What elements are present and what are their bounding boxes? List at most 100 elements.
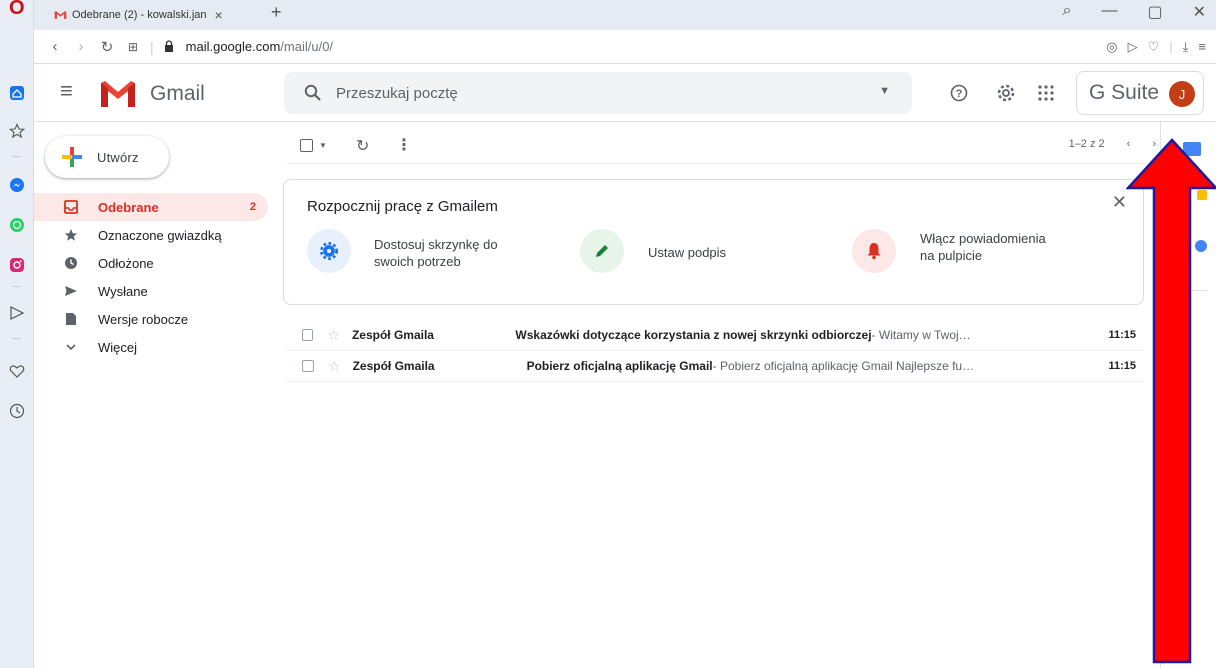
nav-item-more[interactable]: Więcej xyxy=(34,333,268,361)
nav-item-inbox[interactable]: Odebrane 2 xyxy=(34,193,268,221)
maximize-icon[interactable]: ▢ xyxy=(1147,2,1162,22)
gmail-logo-icon[interactable] xyxy=(98,80,138,108)
snapshot-icon[interactable]: ◎ xyxy=(1106,39,1117,55)
gsuite-account-area[interactable]: G Suite J xyxy=(1076,71,1204,115)
unread-count-badge: 2 xyxy=(249,201,256,213)
email-subject: Wskazówki dotyczące korzystania z nowej … xyxy=(515,328,872,342)
bookmark-heart-icon[interactable]: ♡ xyxy=(1148,39,1160,55)
notifications-task[interactable] xyxy=(852,229,896,273)
history-clock-icon[interactable] xyxy=(8,402,26,420)
forward-icon[interactable]: › xyxy=(68,38,94,55)
nav-item-drafts[interactable]: Wersje robocze xyxy=(34,305,268,333)
home-icon[interactable] xyxy=(8,84,26,102)
star-icon xyxy=(64,228,78,241)
address-bar: ‹ › ↻ ⊞ | mail.google.com/mail/u/0/ ◎ ▷ … xyxy=(34,30,1216,64)
compose-button[interactable]: Utwórz xyxy=(45,136,169,178)
nav-item-starred[interactable]: Oznaczone gwiazdką xyxy=(34,221,268,249)
clock-icon xyxy=(65,257,77,269)
search-tabs-icon[interactable]: ⌕ xyxy=(1063,2,1072,22)
heart-icon[interactable] xyxy=(8,362,26,380)
nav-item-label: Wersje robocze xyxy=(98,311,189,327)
refresh-icon[interactable]: ↻ xyxy=(356,136,369,156)
compose-label: Utwórz xyxy=(97,149,139,165)
reload-icon[interactable]: ↻ xyxy=(94,38,120,56)
svg-text:?: ? xyxy=(956,88,963,100)
gmail-header: ≡ Gmail ▼ ? G Suite J xyxy=(34,64,1216,122)
main-menu-icon[interactable]: ≡ xyxy=(60,80,73,102)
checkbox-icon xyxy=(300,139,313,152)
sidebar-divider xyxy=(13,338,21,339)
share-icon[interactable]: ▷ xyxy=(1128,39,1138,55)
sidebar-divider xyxy=(13,156,21,157)
email-checkbox[interactable] xyxy=(302,329,314,341)
star-outline-icon[interactable] xyxy=(8,122,26,140)
minimize-icon[interactable]: — xyxy=(1101,2,1117,22)
email-checkbox[interactable] xyxy=(302,360,314,372)
settings-gear-icon[interactable] xyxy=(996,83,1016,108)
email-snippet: - Pobierz oficjalną aplikację Gmail Najl… xyxy=(712,359,975,373)
nav-item-label: Więcej xyxy=(98,339,138,355)
nav-item-label: Wysłane xyxy=(98,283,148,299)
customize-inbox-task[interactable] xyxy=(307,229,351,273)
task-notifications-text[interactable]: Włącz powiadomienia na pulpicie xyxy=(920,230,1060,264)
close-window-icon[interactable]: ✕ xyxy=(1193,2,1206,22)
tab-close-icon[interactable]: × xyxy=(215,7,223,23)
browser-tab-bar: Odebrane (2) - kowalski.jan × + ⌕ — ▢ ✕ xyxy=(34,0,1216,30)
nav-item-label: Odebrane xyxy=(98,199,159,215)
email-row[interactable]: ☆ Zespół Gmaila Wskazówki dotyczące korz… xyxy=(284,320,1144,351)
close-icon[interactable]: ✕ xyxy=(1112,192,1127,213)
caret-down-icon: ▼ xyxy=(319,141,327,150)
lock-icon xyxy=(164,39,174,55)
flow-send-icon[interactable] xyxy=(8,304,26,322)
inbox-icon xyxy=(64,200,78,214)
messenger-icon[interactable] xyxy=(8,176,26,194)
speed-dial-icon[interactable]: ⊞ xyxy=(120,40,146,54)
pager-text: 1–2 z 2 xyxy=(1068,138,1105,150)
whatsapp-icon[interactable] xyxy=(8,216,26,234)
welcome-title: Rozpocznij pracę z Gmailem xyxy=(307,198,498,215)
browser-tab[interactable]: Odebrane (2) - kowalski.jan × xyxy=(46,0,261,30)
search-input[interactable] xyxy=(336,84,856,102)
star-outline-icon[interactable]: ☆ xyxy=(328,358,341,375)
welcome-card: Rozpocznij pracę z Gmailem ✕ Dostosuj sk… xyxy=(283,179,1144,305)
pen-icon xyxy=(596,245,608,257)
task-customize-text[interactable]: Dostosuj skrzynkę do swoich potrzeb xyxy=(374,236,514,270)
gmail-wordmark: Gmail xyxy=(150,82,205,105)
new-tab-button[interactable]: + xyxy=(271,2,282,23)
google-apps-icon[interactable] xyxy=(1038,85,1054,106)
url-domain: mail.google.com xyxy=(185,39,281,54)
nav-item-snoozed[interactable]: Odłożone xyxy=(34,249,268,277)
gear-icon xyxy=(320,242,338,260)
email-snippet: - Witamy w Twoj… xyxy=(871,328,971,342)
gsuite-label: G Suite xyxy=(1089,81,1160,104)
help-icon[interactable]: ? xyxy=(950,84,968,107)
search-options-caret-icon[interactable]: ▼ xyxy=(879,85,890,97)
url-path: /mail/u/0/ xyxy=(280,39,334,54)
nav-item-sent[interactable]: Wysłane xyxy=(34,277,268,305)
signature-task[interactable] xyxy=(580,229,624,273)
email-sender: Zespół Gmaila xyxy=(352,359,435,373)
back-icon[interactable]: ‹ xyxy=(42,38,68,55)
select-all-checkbox[interactable]: ▼ xyxy=(300,139,327,152)
search-icon[interactable] xyxy=(304,84,322,102)
nav-item-label: Odłożone xyxy=(98,255,154,271)
avatar[interactable]: J xyxy=(1169,81,1195,107)
gmail-favicon-icon xyxy=(54,11,67,19)
easy-setup-icon[interactable]: ≡ xyxy=(1198,39,1206,55)
email-row[interactable]: ☆ Zespół Gmaila Pobierz oficjalną aplika… xyxy=(284,351,1144,382)
url-field[interactable]: mail.google.com/mail/u/0/ xyxy=(186,39,333,54)
tab-title: Odebrane (2) - kowalski.jan xyxy=(72,9,207,21)
star-outline-icon[interactable]: ☆ xyxy=(327,327,340,344)
task-signature-text[interactable]: Ustaw podpis xyxy=(648,244,788,261)
email-subject: Pobierz oficjalną aplikację Gmail xyxy=(526,359,713,373)
search-bar[interactable]: ▼ xyxy=(284,72,912,114)
download-icon[interactable]: ⤓ xyxy=(1183,39,1189,55)
more-options-icon[interactable]: ⋮ xyxy=(396,135,412,155)
chevron-down-icon xyxy=(66,344,76,351)
instagram-icon[interactable] xyxy=(8,256,26,274)
opera-logo-icon[interactable]: O xyxy=(9,0,25,18)
browser-sidebar: O xyxy=(0,0,34,668)
address-bar-actions: ◎ ▷ ♡ | ⤓ ≡ xyxy=(1106,39,1206,55)
email-sender: Zespół Gmaila xyxy=(351,328,434,342)
mail-toolbar: ▼ ↻ ⋮ 1–2 z 2 ‹ › xyxy=(284,130,1160,164)
